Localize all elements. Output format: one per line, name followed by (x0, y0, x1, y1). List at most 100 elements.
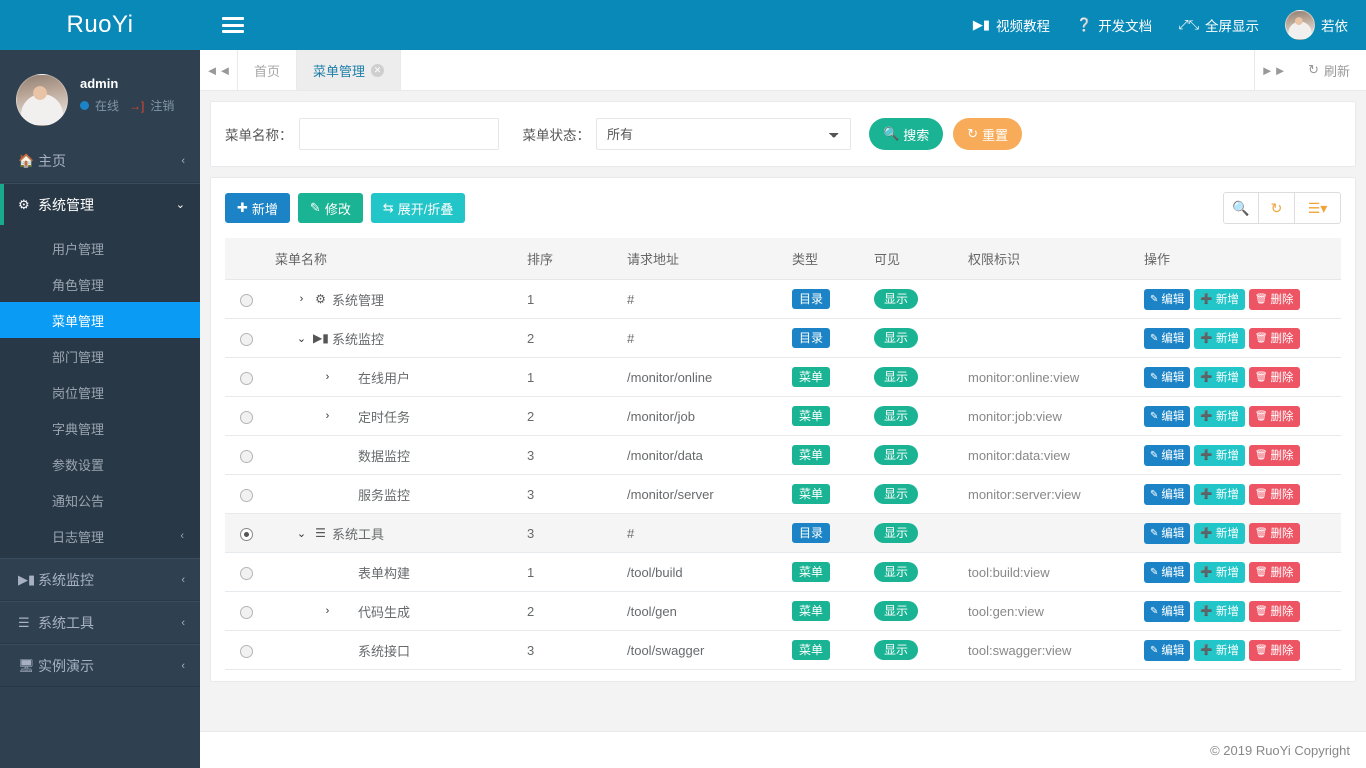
chevron-down-icon[interactable]: ⌄ (295, 527, 308, 540)
tabs-scroll-right-icon[interactable]: ►► (1254, 50, 1292, 90)
sidebar-item-role-management[interactable]: 角色管理 (0, 266, 200, 302)
row-delete-button[interactable]: 🗑删除 (1249, 601, 1300, 622)
refresh-icon[interactable]: ↻ (1259, 192, 1295, 224)
online-status-label[interactable]: 在线 (95, 97, 119, 114)
table-row[interactable]: 表单构建1/tool/build菜单显示tool:build:view✎编辑➕新… (225, 553, 1341, 592)
brand-logo[interactable]: RuoYi (0, 0, 200, 50)
reset-button[interactable]: ↻ 重置 (953, 118, 1022, 150)
row-radio[interactable] (240, 372, 253, 385)
avatar[interactable] (16, 74, 68, 126)
sidebar-item-home[interactable]: 🏠 主页 ‹ (0, 140, 200, 183)
row-radio[interactable] (240, 294, 253, 307)
table-row[interactable]: 系统接口3/tool/swagger菜单显示tool:swagger:view✎… (225, 631, 1341, 670)
close-icon[interactable]: ✕ (371, 64, 384, 77)
sidebar-item-system-tools[interactable]: ☰ 系统工具 ‹ (0, 601, 200, 644)
edit-button[interactable]: ✎ 修改 (298, 193, 363, 223)
sidebar-item-user-management[interactable]: 用户管理 (0, 230, 200, 266)
row-radio[interactable] (240, 411, 253, 424)
sidebar-item-system-management[interactable]: ⚙ 系统管理 ⌄ (0, 183, 200, 226)
row-radio[interactable] (240, 489, 253, 502)
table-row[interactable]: ›在线用户1/monitor/online菜单显示monitor:online:… (225, 358, 1341, 397)
chevron-right-icon[interactable]: › (321, 410, 334, 422)
row-edit-button[interactable]: ✎编辑 (1144, 406, 1190, 427)
table-toolbar: ✚ 新增 ✎ 修改 ⇆ 展开/折叠 🔍 ↻ ☰▾ (225, 192, 1341, 224)
hamburger-icon[interactable] (222, 17, 244, 33)
table-row[interactable]: ›代码生成2/tool/gen菜单显示tool:gen:view✎编辑➕新增🗑删… (225, 592, 1341, 631)
row-radio[interactable] (240, 567, 253, 580)
row-edit-button[interactable]: ✎编辑 (1144, 367, 1190, 388)
table-row[interactable]: ›定时任务2/monitor/job菜单显示monitor:job:view✎编… (225, 397, 1341, 436)
table-row[interactable]: ⌄☰系统工具3#目录显示✎编辑➕新增🗑删除 (225, 514, 1341, 553)
tab-home[interactable]: 首页 (238, 50, 297, 90)
sidebar-item-dept-management[interactable]: 部门管理 (0, 338, 200, 374)
row-add-button[interactable]: ➕新增 (1194, 484, 1244, 505)
row-edit-button[interactable]: ✎编辑 (1144, 328, 1190, 349)
row-delete-button[interactable]: 🗑删除 (1249, 367, 1300, 388)
table-row[interactable]: ›⚙系统管理1#目录显示✎编辑➕新增🗑删除 (225, 280, 1341, 319)
nav-fullscreen[interactable]: ⤢⤡ 全屏显示 (1178, 15, 1259, 35)
row-edit-button[interactable]: ✎编辑 (1144, 601, 1190, 622)
search-input[interactable] (299, 118, 499, 150)
chevron-right-icon[interactable]: › (321, 605, 334, 617)
nav-dev-docs[interactable]: ❔ 开发文档 (1076, 15, 1152, 35)
table-row[interactable]: 数据监控3/monitor/data菜单显示monitor:data:view✎… (225, 436, 1341, 475)
row-edit-button[interactable]: ✎编辑 (1144, 562, 1190, 583)
sidebar-item-system-monitor[interactable]: ▶▮ 系统监控 ‹ (0, 558, 200, 601)
row-add-button[interactable]: ➕新增 (1194, 640, 1244, 661)
sidebar-item-log-management[interactable]: 日志管理 ‹ (0, 518, 200, 554)
row-add-button[interactable]: ➕新增 (1194, 445, 1244, 466)
row-edit-button[interactable]: ✎编辑 (1144, 523, 1190, 544)
tab-menu-management[interactable]: 菜单管理 ✕ (297, 50, 401, 90)
row-delete-button[interactable]: 🗑删除 (1249, 523, 1300, 544)
columns-list-icon[interactable]: ☰▾ (1295, 192, 1341, 224)
row-add-button[interactable]: ➕新增 (1194, 328, 1244, 349)
row-delete-button[interactable]: 🗑删除 (1249, 445, 1300, 466)
row-edit-button[interactable]: ✎编辑 (1144, 640, 1190, 661)
row-add-button[interactable]: ➕新增 (1194, 523, 1244, 544)
menu-order-cell: 3 (519, 514, 619, 553)
add-button[interactable]: ✚ 新增 (225, 193, 290, 223)
sidebar-item-param-settings[interactable]: 参数设置 (0, 446, 200, 482)
table-row[interactable]: 服务监控3/monitor/server菜单显示monitor:server:v… (225, 475, 1341, 514)
chevron-down-icon[interactable]: ⌄ (295, 332, 308, 345)
row-add-button[interactable]: ➕新增 (1194, 406, 1244, 427)
sidebar-item-dict-management[interactable]: 字典管理 (0, 410, 200, 446)
row-radio[interactable] (240, 606, 253, 619)
chevron-right-icon[interactable]: › (295, 293, 308, 305)
row-delete-button[interactable]: 🗑删除 (1249, 640, 1300, 661)
row-add-button[interactable]: ➕新增 (1194, 601, 1244, 622)
row-add-button[interactable]: ➕新增 (1194, 562, 1244, 583)
row-radio[interactable] (240, 645, 253, 658)
menu-visible-cell: 显示 (866, 319, 960, 358)
refresh-tab-button[interactable]: ↻ 刷新 (1292, 50, 1366, 90)
sidebar-item-demo[interactable]: 🖥 实例演示 ‹ (0, 644, 200, 687)
row-add-button[interactable]: ➕新增 (1194, 289, 1244, 310)
menu-name-label: 系统监控 (332, 329, 384, 348)
sidebar-item-notice[interactable]: 通知公告 (0, 482, 200, 518)
sidebar-item-post-management[interactable]: 岗位管理 (0, 374, 200, 410)
expand-collapse-button[interactable]: ⇆ 展开/折叠 (371, 193, 466, 223)
row-edit-button[interactable]: ✎编辑 (1144, 445, 1190, 466)
row-radio[interactable] (240, 450, 253, 463)
bars-icon: ☰ (18, 615, 38, 631)
table-row[interactable]: ⌄▶▮系统监控2#目录显示✎编辑➕新增🗑删除 (225, 319, 1341, 358)
row-radio[interactable] (240, 528, 253, 541)
row-radio[interactable] (240, 333, 253, 346)
row-delete-button[interactable]: 🗑删除 (1249, 328, 1300, 349)
search-icon[interactable]: 🔍 (1223, 192, 1259, 224)
tabs-scroll-left-icon[interactable]: ◄◄ (200, 50, 238, 90)
nav-user-menu[interactable]: 若依 (1285, 10, 1348, 40)
nav-video-tutorial[interactable]: ▶▮ 视频教程 (973, 15, 1050, 35)
row-delete-button[interactable]: 🗑删除 (1249, 289, 1300, 310)
row-delete-button[interactable]: 🗑删除 (1249, 562, 1300, 583)
search-button[interactable]: 🔍 搜索 (869, 118, 943, 150)
logout-label[interactable]: 注销 (150, 97, 174, 114)
row-add-button[interactable]: ➕新增 (1194, 367, 1244, 388)
menu-status-select[interactable]: 所有 显示 隐藏 (596, 118, 851, 150)
row-edit-button[interactable]: ✎编辑 (1144, 484, 1190, 505)
row-delete-button[interactable]: 🗑删除 (1249, 406, 1300, 427)
sidebar-item-menu-management[interactable]: 菜单管理 (0, 302, 200, 338)
row-delete-button[interactable]: 🗑删除 (1249, 484, 1300, 505)
chevron-right-icon[interactable]: › (321, 371, 334, 383)
row-edit-button[interactable]: ✎编辑 (1144, 289, 1190, 310)
